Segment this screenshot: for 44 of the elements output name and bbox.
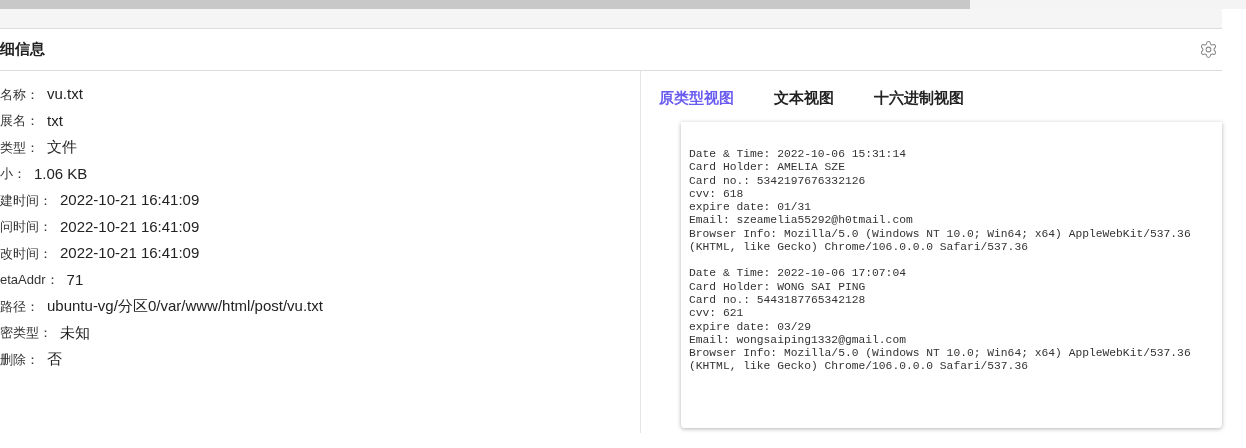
content-line: (KHTML, like Gecko) Chrome/106.0.0.0 Safari/537.36 bbox=[689, 241, 1029, 255]
property-value: ubuntu-vg/分区0/var/www/html/post/vu.txt bbox=[47, 296, 323, 316]
view-tab[interactable]: 十六进制视图 bbox=[874, 87, 964, 109]
property-value: txt bbox=[47, 110, 63, 131]
content-line: (KHTML, like Gecko) Chrome/106.0.0.0 Safari/537.36 bbox=[689, 360, 1029, 374]
view-tab[interactable]: 文本视图 bbox=[774, 87, 834, 109]
property-label: 建时间： bbox=[0, 191, 52, 210]
property-value: 1.06 KB bbox=[34, 163, 88, 184]
property-value: 未知 bbox=[60, 322, 90, 343]
view-tab[interactable]: 原类型视图 bbox=[659, 87, 734, 109]
section-title: 细信息 bbox=[0, 39, 45, 60]
property-label: 路径： bbox=[0, 297, 39, 316]
property-label: etaAddr： bbox=[0, 271, 59, 289]
property-value: 2022-10-21 16:41:09 bbox=[60, 216, 200, 237]
property-value: 文件 bbox=[47, 137, 77, 157]
property-label: 问时间： bbox=[0, 218, 52, 236]
property-label: 小： bbox=[0, 165, 26, 183]
scrollbar-thumb[interactable] bbox=[0, 0, 970, 9]
content-line: cvv: 618 bbox=[689, 187, 745, 202]
property-value: vu.txt bbox=[47, 84, 83, 104]
property-value: 2022-10-21 16:41:09 bbox=[60, 190, 200, 210]
content-line: expire date: 03/29 bbox=[689, 320, 813, 334]
property-value: 否 bbox=[47, 349, 62, 369]
property-label: 密类型： bbox=[0, 324, 52, 342]
property-label: 改时间： bbox=[0, 244, 52, 263]
content-line: cvv: 621 bbox=[689, 307, 745, 321]
property-value: 71 bbox=[66, 269, 84, 290]
content-line: Email: wongsaiping1332@gmail.com bbox=[689, 333, 907, 348]
content-line: Browser Info: Mozilla/5.0 (Windows NT 10.0; Win64; x64) AppleWebKit/537.36 bbox=[689, 347, 1192, 361]
content-line: Email: szeamelia55292@h0tmail.com bbox=[689, 214, 914, 228]
content-line: Card no.: 5443187765342128 bbox=[689, 293, 867, 308]
property-label: 名称： bbox=[0, 85, 39, 104]
content-line: Browser Info: Mozilla/5.0 (Windows NT 10.0; Win64; x64) AppleWebKit/537.36 bbox=[689, 227, 1192, 242]
settings-icon[interactable] bbox=[1199, 40, 1218, 59]
content-line: Card Holder: WONG SAI PING bbox=[689, 280, 867, 294]
content-line: expire date: 01/31 bbox=[689, 201, 813, 215]
property-label: 类型： bbox=[0, 138, 39, 157]
property-label: 删除： bbox=[0, 350, 39, 369]
content-line: Card no.: 5342197676332126 bbox=[689, 174, 867, 188]
content-line: Date & Time: 2022-10-06 15:31:14 bbox=[689, 148, 907, 162]
content-line: Card Holder: AMELIA SZE bbox=[689, 161, 846, 175]
content-line: Date & Time: 2022-10-06 17:07:04 bbox=[689, 267, 907, 281]
property-value: 2022-10-21 16:41:09 bbox=[60, 243, 200, 263]
property-label: 展名： bbox=[0, 112, 39, 130]
